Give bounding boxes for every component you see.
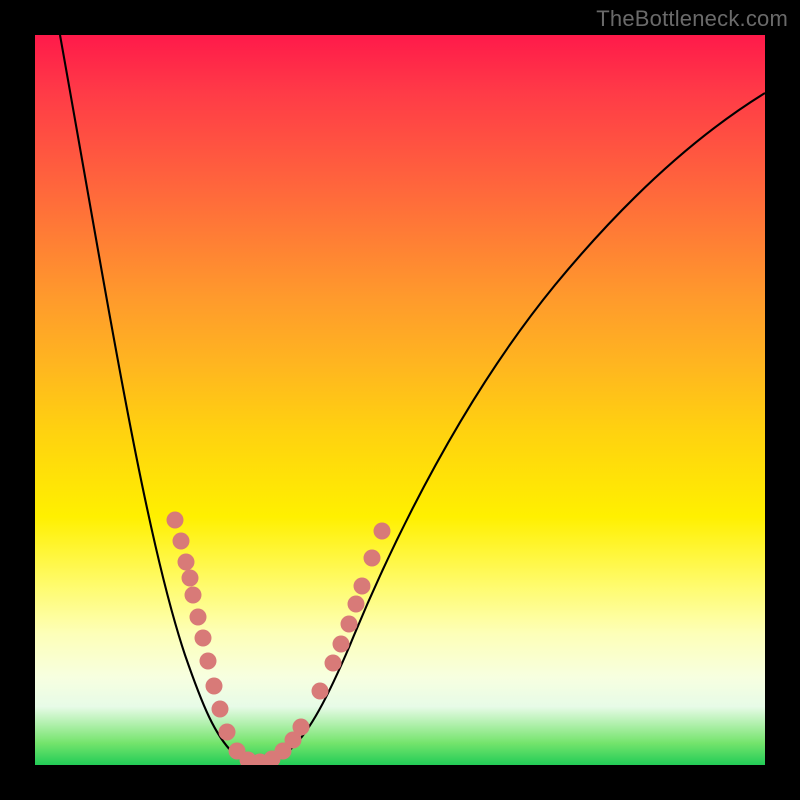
marker-dot — [173, 533, 190, 550]
marker-dot — [182, 570, 199, 587]
marker-dot — [178, 554, 195, 571]
marker-dot — [190, 609, 207, 626]
marker-dot — [325, 655, 342, 672]
marker-dot — [195, 630, 212, 647]
marker-dot — [167, 512, 184, 529]
marker-dot — [354, 578, 371, 595]
marker-dot — [333, 636, 350, 653]
marker-dot — [341, 616, 358, 633]
marker-dot — [312, 683, 329, 700]
marker-dot — [212, 701, 229, 718]
chart-stage: TheBottleneck.com — [0, 0, 800, 800]
marker-dot — [293, 719, 310, 736]
marker-dot — [348, 596, 365, 613]
curve-layer — [35, 35, 765, 765]
marker-group — [167, 512, 391, 766]
marker-dot — [200, 653, 217, 670]
marker-dot — [206, 678, 223, 695]
plot-area — [35, 35, 767, 765]
marker-dot — [185, 587, 202, 604]
marker-dot — [364, 550, 381, 567]
marker-dot — [219, 724, 236, 741]
watermark-text: TheBottleneck.com — [596, 6, 788, 32]
marker-dot — [374, 523, 391, 540]
bottleneck-curve — [60, 35, 765, 762]
